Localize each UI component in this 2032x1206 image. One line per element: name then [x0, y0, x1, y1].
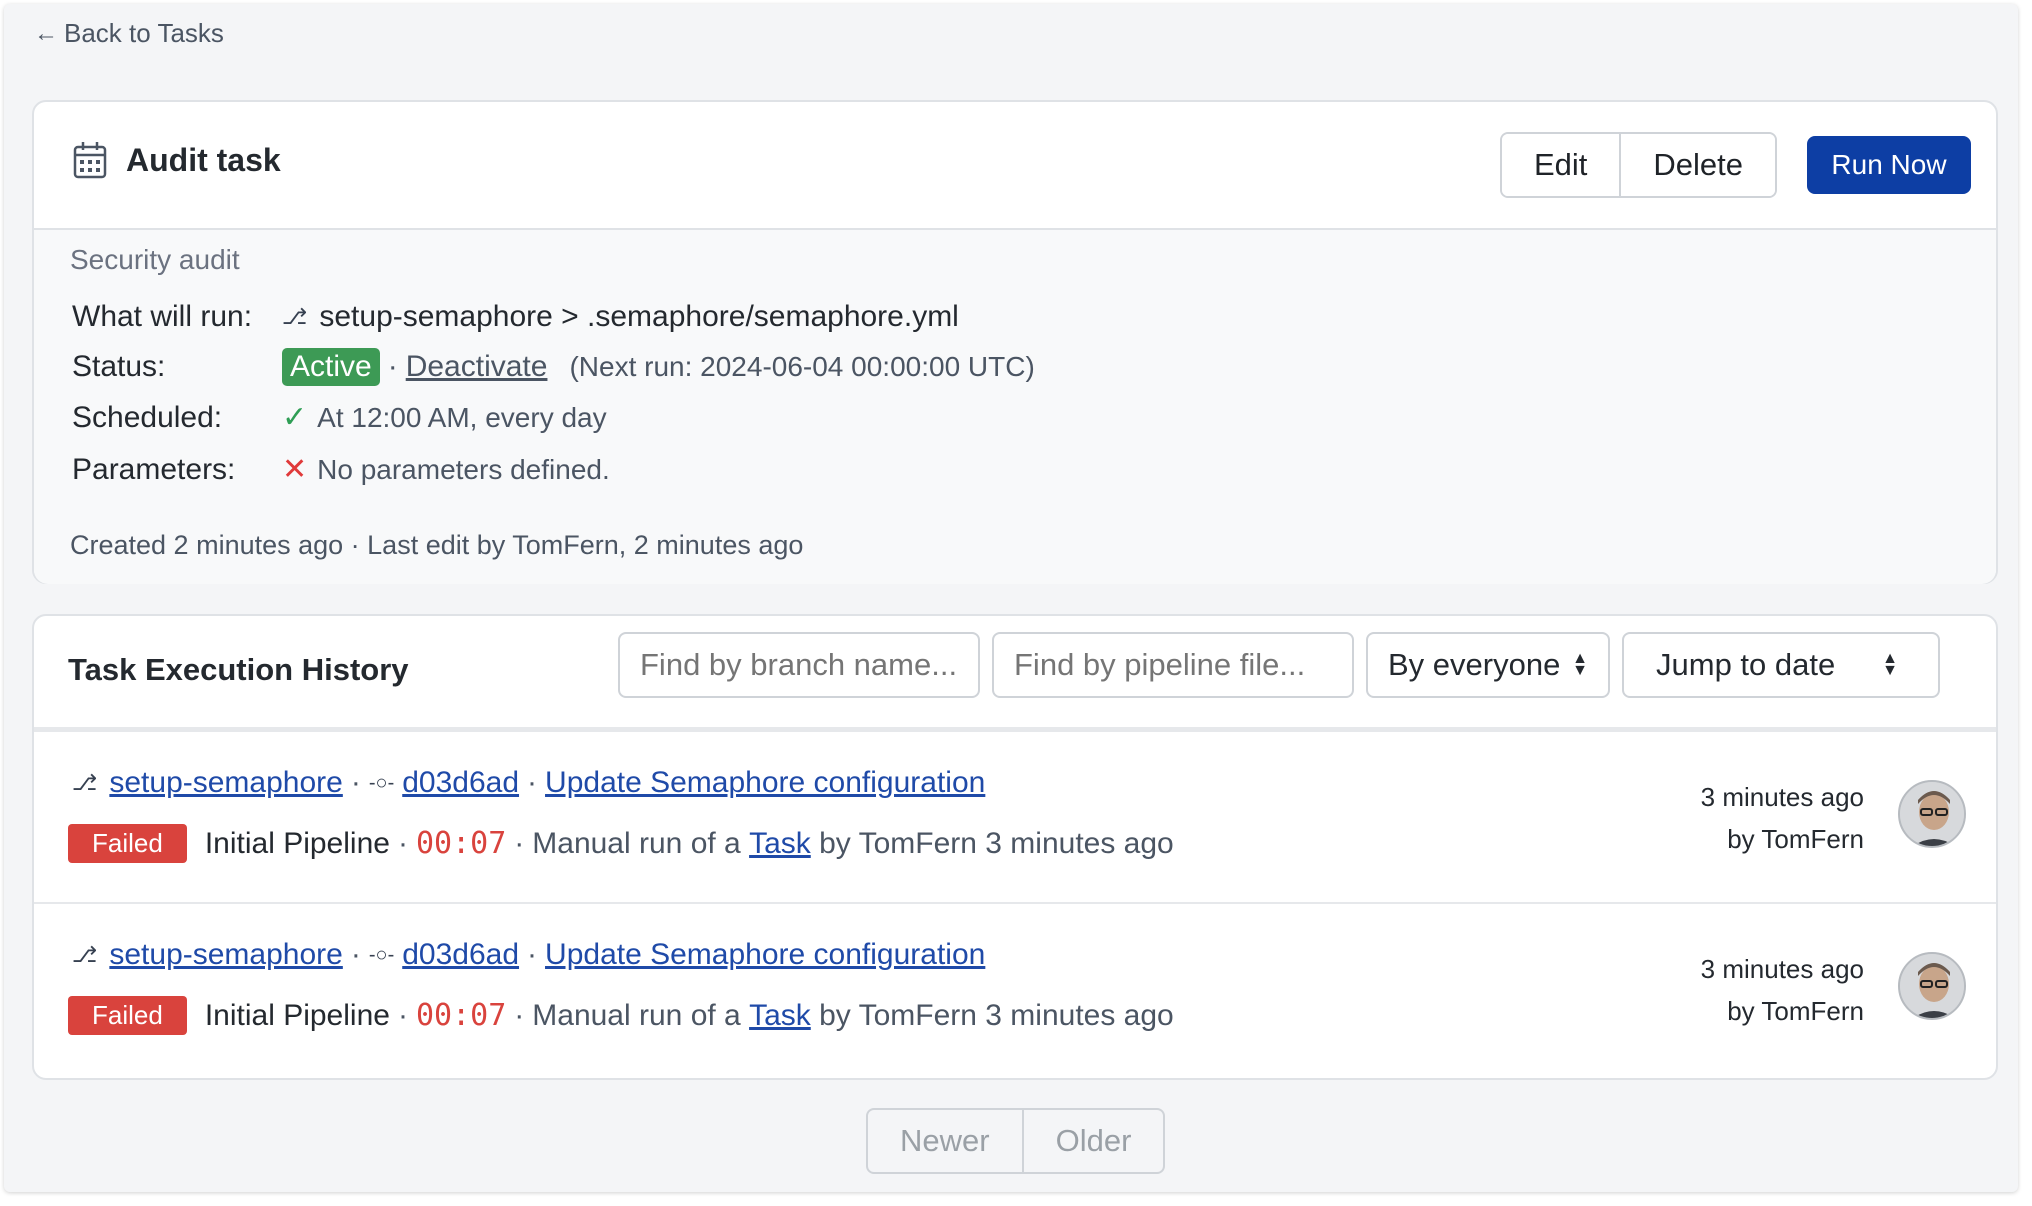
separator: ·	[387, 350, 398, 383]
commit-message-link[interactable]: Update Semaphore configuration	[545, 766, 985, 800]
next-run-text: (Next run: 2024-06-04 00:00:00 UTC)	[569, 351, 1035, 382]
close-icon: ✕	[282, 453, 308, 486]
branch-link[interactable]: setup-semaphore	[109, 766, 342, 800]
task-page: ← Back to Tasks Audit task Edit Delete R…	[4, 4, 2018, 1192]
task-title: Audit task	[126, 141, 281, 178]
older-button[interactable]: Older	[1021, 1110, 1164, 1172]
separator: ·	[527, 766, 538, 799]
author: by TomFern	[1727, 996, 1864, 1026]
trigger-suffix: by TomFern 3 minutes ago	[819, 998, 1174, 1032]
created-info: Created 2 minutes ago · Last edit by Tom…	[70, 530, 804, 560]
trigger-suffix: by TomFern 3 minutes ago	[819, 826, 1174, 860]
commit-icon: -○-	[368, 771, 395, 794]
chevron-updown-icon: ▲ ▼	[1572, 650, 1588, 679]
task-link[interactable]: Task	[749, 827, 811, 861]
history-title: Task Execution History	[68, 652, 409, 687]
commit-message-link[interactable]: Update Semaphore configuration	[545, 938, 985, 972]
execution-time: 3 minutes ago by TomFern	[1701, 776, 1864, 860]
failed-badge: Failed	[68, 996, 187, 1035]
pipeline-name[interactable]: Initial Pipeline	[205, 999, 390, 1033]
separator: ·	[514, 998, 525, 1032]
arrow-left-icon: ←	[34, 19, 58, 47]
task-actions: Edit Delete	[1500, 132, 1778, 198]
date-select-value: Jump to date	[1656, 647, 1836, 682]
separator: ·	[350, 766, 361, 799]
parameters-value: No parameters defined.	[317, 453, 610, 485]
execution-row: ⎇ setup-semaphore · -○- d03d6ad · Update…	[34, 904, 1996, 1076]
branch-icon: ⎇	[282, 304, 308, 329]
status-label: Status:	[72, 350, 166, 383]
pagination: Newer Older	[866, 1108, 1166, 1174]
time-ago: 3 minutes ago	[1700, 782, 1864, 812]
people-select[interactable]: By everyone ▲ ▼	[1366, 632, 1610, 698]
task-description: Security audit	[70, 244, 240, 275]
task-title-group: Audit task	[72, 140, 281, 180]
task-header: Audit task Edit Delete Run Now	[34, 102, 1996, 230]
avatar	[1898, 780, 1966, 848]
branch-icon: ⎇	[72, 770, 98, 795]
history-header: Task Execution History By everyone ▲▼ Ju…	[34, 616, 1996, 732]
avatar	[1898, 952, 1966, 1020]
separator: ·	[350, 938, 361, 971]
pipeline-name[interactable]: Initial Pipeline	[205, 827, 390, 861]
trigger-prefix: Manual run of a	[532, 826, 741, 860]
back-link-label: Back to Tasks	[64, 18, 224, 48]
what-will-run-label: What will run:	[72, 300, 253, 333]
commit-link[interactable]: d03d6ad	[402, 766, 519, 800]
scheduled-label: Scheduled:	[72, 400, 223, 434]
author: by TomFern	[1727, 824, 1864, 854]
deactivate-link[interactable]: Deactivate	[406, 350, 548, 384]
separator: ·	[397, 826, 408, 860]
what-will-run-row: What will run: ⎇ setup-semaphore > .sema…	[72, 300, 959, 334]
trigger-prefix: Manual run of a	[532, 998, 741, 1032]
failed-badge: Failed	[68, 824, 187, 863]
check-icon: ✓	[282, 401, 308, 434]
history-card: Task Execution History By everyone ▲▼ Ju…	[32, 614, 1998, 1080]
time-ago: 3 minutes ago	[1700, 954, 1864, 984]
task-details: Security audit What will run: ⎇ setup-se…	[34, 230, 1996, 584]
execution-time: 3 minutes ago by TomFern	[1701, 948, 1864, 1032]
separator: ·	[397, 998, 408, 1032]
commit-icon: -○-	[368, 943, 395, 966]
what-will-run-value: setup-semaphore > .semaphore/semaphore.y…	[319, 300, 959, 333]
pipeline-search-input[interactable]	[992, 632, 1354, 698]
task-card: Audit task Edit Delete Run Now Security …	[32, 100, 1998, 584]
branch-search-input[interactable]	[618, 632, 980, 698]
calendar-icon	[73, 142, 107, 179]
status-badge: Active	[282, 348, 380, 386]
people-select-value: By everyone	[1388, 647, 1561, 682]
execution-status: Failed Initial Pipeline · 00:07 · Manual…	[68, 996, 1174, 1035]
branch-icon: ⎇	[72, 942, 98, 967]
execution-row: ⎇ setup-semaphore · -○- d03d6ad · Update…	[34, 732, 1996, 904]
newer-button[interactable]: Newer	[868, 1110, 1022, 1172]
execution-status: Failed Initial Pipeline · 00:07 · Manual…	[68, 824, 1174, 863]
chevron-updown-icon: ▲ ▼	[1882, 650, 1898, 679]
commit-link[interactable]: d03d6ad	[402, 938, 519, 972]
separator: ·	[514, 826, 525, 860]
date-select[interactable]: Jump to date ▲ ▼	[1622, 632, 1940, 698]
execution-meta: ⎇ setup-semaphore · -○- d03d6ad · Update…	[72, 766, 985, 800]
back-to-tasks-link[interactable]: ← Back to Tasks	[34, 18, 224, 49]
task-link[interactable]: Task	[749, 999, 811, 1033]
delete-button[interactable]: Delete	[1619, 134, 1776, 196]
branch-link[interactable]: setup-semaphore	[109, 938, 342, 972]
duration: 00:07	[415, 826, 507, 861]
run-now-button[interactable]: Run Now	[1807, 136, 1971, 194]
parameters-row: Parameters: ✕ No parameters defined.	[72, 452, 610, 487]
separator: ·	[527, 938, 538, 971]
scheduled-row: Scheduled: ✓ At 12:00 AM, every day	[72, 400, 607, 435]
duration: 00:07	[415, 998, 507, 1033]
scheduled-value: At 12:00 AM, every day	[317, 401, 607, 433]
edit-button[interactable]: Edit	[1502, 134, 1620, 196]
parameters-label: Parameters:	[72, 452, 236, 486]
status-row: Status: Active · Deactivate (Next run: 2…	[72, 348, 1035, 386]
execution-meta: ⎇ setup-semaphore · -○- d03d6ad · Update…	[72, 938, 985, 972]
